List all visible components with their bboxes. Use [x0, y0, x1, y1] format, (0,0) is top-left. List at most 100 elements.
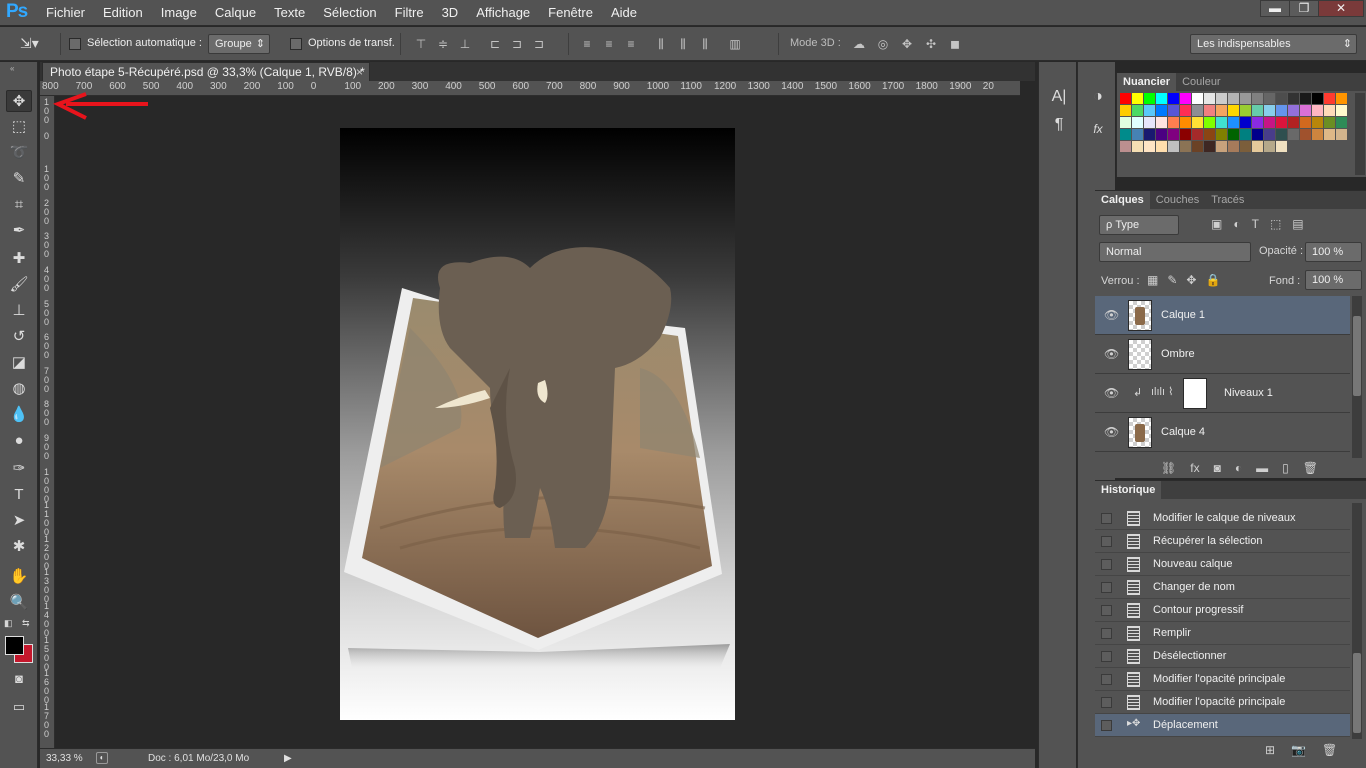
move-tool-preset-icon[interactable]: ⇲▾	[20, 35, 39, 52]
menu-item-8[interactable]: Affichage	[467, 0, 539, 26]
auto-select-checkbox[interactable]	[69, 38, 81, 50]
color-swatch[interactable]	[1276, 117, 1287, 128]
tab-channels[interactable]: Couches	[1150, 191, 1205, 209]
collapse-toolbox-icon[interactable]: «	[10, 64, 14, 73]
hand-tool-icon[interactable]: ✋	[6, 566, 32, 588]
history-brush-source-checkbox[interactable]	[1101, 605, 1112, 616]
screen-mode-icon[interactable]: ▭	[6, 696, 32, 718]
slide-3d-icon[interactable]: ✣	[922, 35, 940, 53]
pan-3d-icon[interactable]: ✥	[898, 35, 916, 53]
history-brush-source-checkbox[interactable]	[1101, 697, 1112, 708]
paint-bucket-tool-icon[interactable]: ◍	[6, 378, 32, 400]
history-brush-source-checkbox[interactable]	[1101, 582, 1112, 593]
color-swatch[interactable]	[1132, 129, 1143, 140]
move-tool-icon[interactable]: ✥	[6, 90, 32, 112]
color-swatch[interactable]	[1132, 105, 1143, 116]
tab-color[interactable]: Couleur	[1176, 73, 1227, 91]
crop-tool-icon[interactable]: ⌗	[6, 194, 32, 216]
color-swatch[interactable]	[1336, 129, 1347, 140]
color-swatch[interactable]	[1192, 93, 1203, 104]
color-swatch[interactable]	[1120, 129, 1131, 140]
color-swatch[interactable]	[1192, 141, 1203, 152]
foreground-color-swatch[interactable]	[5, 636, 24, 655]
distribute-right-icon[interactable]: ⫼	[696, 35, 714, 53]
history-item[interactable]: Modifier l'opacité principale	[1095, 668, 1350, 691]
layer-name[interactable]: Ombre	[1161, 348, 1195, 360]
color-swatch[interactable]	[1324, 93, 1335, 104]
visibility-eye-icon[interactable]: 👁	[1104, 308, 1119, 322]
color-swatch[interactable]	[1144, 93, 1155, 104]
menu-item-1[interactable]: Edition	[94, 0, 152, 26]
color-swatch[interactable]	[1204, 129, 1215, 140]
paragraph-panel-icon[interactable]: ¶	[1047, 114, 1071, 136]
visibility-eye-icon[interactable]: 👁	[1104, 347, 1119, 361]
swap-colors-icon[interactable]: ⇆	[22, 618, 30, 629]
color-swatch[interactable]	[1216, 129, 1227, 140]
quick-selection-tool-icon[interactable]: ✎	[6, 168, 32, 190]
color-swatch[interactable]	[1216, 105, 1227, 116]
color-swatch[interactable]	[1228, 129, 1239, 140]
layer-filter-dropdown[interactable]: ρ Type	[1099, 215, 1179, 235]
color-swatch[interactable]	[1132, 93, 1143, 104]
color-swatch[interactable]	[1156, 117, 1167, 128]
color-swatch[interactable]	[1120, 105, 1131, 116]
swatches-scrollbar[interactable]	[1355, 93, 1365, 175]
color-swatch[interactable]	[1204, 93, 1215, 104]
close-button[interactable]: ✕	[1318, 0, 1364, 17]
color-swatch[interactable]	[1252, 117, 1263, 128]
color-swatch[interactable]	[1324, 117, 1335, 128]
color-swatch[interactable]	[1300, 117, 1311, 128]
layer-name[interactable]: Niveaux 1	[1224, 387, 1273, 399]
color-swatch[interactable]	[1288, 105, 1299, 116]
roll-3d-icon[interactable]: ◎	[874, 35, 892, 53]
lock-all-icon[interactable]: 🔒	[1205, 273, 1220, 287]
color-swatch[interactable]	[1180, 93, 1191, 104]
pixel-filter-icon[interactable]: ▣	[1211, 217, 1222, 231]
layers-scrollbar[interactable]	[1352, 296, 1362, 458]
smart-object-filter-icon[interactable]: ▤	[1292, 217, 1303, 231]
color-swatch[interactable]	[1312, 117, 1323, 128]
character-panel-icon[interactable]: A|	[1047, 86, 1071, 108]
color-swatch[interactable]	[1144, 117, 1155, 128]
color-swatch[interactable]	[1252, 129, 1263, 140]
color-swatch[interactable]	[1168, 141, 1179, 152]
history-scrollbar[interactable]	[1352, 503, 1362, 739]
color-swatch[interactable]	[1132, 117, 1143, 128]
color-swatch[interactable]	[1264, 129, 1275, 140]
history-brush-source-checkbox[interactable]	[1101, 513, 1112, 524]
color-swatch[interactable]	[1144, 129, 1155, 140]
history-brush-source-checkbox[interactable]	[1101, 651, 1112, 662]
layer-name[interactable]: Calque 1	[1161, 309, 1205, 321]
default-colors-icon[interactable]: ◧	[4, 618, 13, 629]
layers-scroll-thumb[interactable]	[1353, 316, 1361, 396]
history-scroll-thumb[interactable]	[1353, 653, 1361, 733]
type-tool-icon[interactable]: T	[6, 484, 32, 506]
color-swatch[interactable]	[1240, 105, 1251, 116]
lock-transparency-icon[interactable]: ▦	[1147, 273, 1158, 287]
history-brush-source-checkbox[interactable]	[1101, 720, 1112, 731]
history-item[interactable]: Récupérer la sélection	[1095, 530, 1350, 553]
history-item[interactable]: ▸✥ Déplacement	[1095, 714, 1350, 737]
restore-button[interactable]: ❐	[1289, 0, 1319, 17]
history-item[interactable]: Changer de nom	[1095, 576, 1350, 599]
color-swatch[interactable]	[1168, 129, 1179, 140]
color-swatch[interactable]	[1336, 93, 1347, 104]
distribute-left-icon[interactable]: ⫼	[652, 35, 670, 53]
color-swatch[interactable]	[1168, 93, 1179, 104]
distribute-hcenter-icon[interactable]: ⫼	[674, 35, 692, 53]
layer-row[interactable]: 👁 Calque 4	[1095, 413, 1350, 452]
menu-item-6[interactable]: Filtre	[386, 0, 433, 26]
layer-row[interactable]: 👁 ılılı ⌇ ↲ Niveaux 1	[1095, 374, 1350, 413]
opacity-field[interactable]: 100 %	[1305, 242, 1362, 262]
new-adjustment-icon[interactable]: ◐	[1235, 461, 1242, 475]
color-swatch[interactable]	[1216, 141, 1227, 152]
color-swatch[interactable]	[1276, 93, 1287, 104]
layer-row[interactable]: 👁 Ombre	[1095, 335, 1350, 374]
history-brush-source-checkbox[interactable]	[1101, 536, 1112, 547]
dodge-tool-icon[interactable]: ●	[6, 430, 32, 452]
align-vcenter-icon[interactable]: ≑	[434, 35, 452, 53]
history-item[interactable]: Modifier l'opacité principale	[1095, 691, 1350, 714]
distribute-top-icon[interactable]: ≡	[578, 35, 596, 53]
menu-item-4[interactable]: Texte	[265, 0, 314, 26]
visibility-eye-icon[interactable]: 👁	[1104, 425, 1119, 439]
